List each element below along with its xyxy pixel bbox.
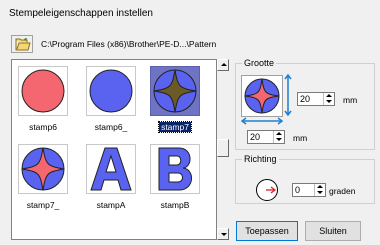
direction-group: Richting 0 graden bbox=[235, 154, 375, 204]
stamp-item-stampA[interactable]: stampA bbox=[86, 144, 136, 210]
width-value: 20 bbox=[250, 132, 261, 142]
dialog-title: Stempeleigenschappen instellen bbox=[9, 8, 153, 19]
chevron-up-icon bbox=[221, 63, 227, 66]
stamp-item-stamp6-[interactable]: stamp6_ bbox=[86, 66, 136, 132]
stamp-item-stamp7[interactable]: stamp7 bbox=[150, 66, 200, 133]
direction-value: 0 bbox=[295, 185, 301, 195]
chevron-down-icon bbox=[221, 233, 227, 236]
width-unit: mm bbox=[293, 133, 308, 143]
stamp-thumbnail bbox=[86, 144, 136, 194]
stamp-label: stamp6_ bbox=[94, 122, 128, 132]
stamp-list[interactable]: stamp6 stamp6_ stamp7 stamp7_ stampA sta… bbox=[11, 59, 217, 240]
scroll-down-button[interactable] bbox=[217, 228, 229, 240]
stamp-thumbnail bbox=[150, 144, 200, 194]
stamp-thumbnail bbox=[150, 66, 200, 116]
width-down-button[interactable] bbox=[274, 137, 284, 143]
stamp-label: stampB bbox=[160, 200, 190, 210]
stamp-thumbnail bbox=[18, 144, 68, 194]
height-arrow-icon bbox=[284, 74, 292, 116]
direction-arrow-icon bbox=[266, 186, 277, 194]
direction-group-legend: Richting bbox=[244, 154, 277, 164]
apply-button[interactable]: Toepassen bbox=[236, 221, 298, 241]
direction-unit: graden bbox=[329, 186, 356, 196]
size-preview bbox=[241, 75, 283, 117]
stamp-thumbnail bbox=[86, 66, 136, 116]
width-stepper[interactable]: 20 bbox=[247, 130, 285, 144]
stamp-label: stampA bbox=[96, 200, 126, 210]
direction-down-button[interactable] bbox=[315, 190, 325, 196]
stamp-label: stamp7 bbox=[158, 121, 192, 133]
size-group-legend: Grootte bbox=[244, 58, 275, 68]
folder-icon bbox=[15, 38, 31, 51]
height-down-button[interactable] bbox=[324, 99, 334, 105]
stamp-label: stamp6 bbox=[29, 122, 57, 132]
close-button[interactable]: Sluiten bbox=[305, 221, 361, 241]
stamp-item-stampB[interactable]: stampB bbox=[150, 144, 200, 210]
height-stepper[interactable]: 20 bbox=[297, 92, 335, 106]
direction-stepper[interactable]: 0 bbox=[292, 183, 326, 197]
size-group: Grootte 20 mm 20 mm bbox=[235, 58, 375, 150]
direction-dial[interactable] bbox=[256, 179, 278, 201]
scroll-thumb[interactable] bbox=[217, 139, 229, 157]
stamp-label: stamp7_ bbox=[26, 200, 60, 210]
stamp-thumbnail bbox=[18, 66, 68, 116]
height-value: 20 bbox=[300, 94, 311, 104]
height-unit: mm bbox=[343, 95, 358, 105]
scroll-up-button[interactable] bbox=[217, 59, 229, 71]
stamp-list-scrollbar[interactable] bbox=[217, 59, 229, 240]
width-arrow-icon bbox=[241, 117, 283, 125]
folder-path: C:\Program Files (x86)\Brother\PE-D...\P… bbox=[41, 39, 217, 49]
open-folder-button[interactable] bbox=[11, 35, 33, 53]
stamp-item-stamp6[interactable]: stamp6 bbox=[18, 66, 68, 132]
stamp-item-stamp7-[interactable]: stamp7_ bbox=[18, 144, 68, 210]
